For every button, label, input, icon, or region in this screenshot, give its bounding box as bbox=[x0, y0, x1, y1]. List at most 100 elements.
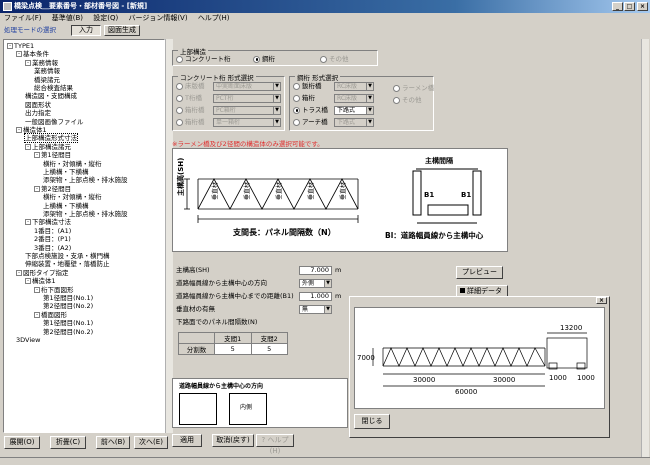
input-mode-button[interactable]: 入力 bbox=[71, 25, 101, 36]
tree-item[interactable]: - 図形タイプ指定 bbox=[16, 269, 69, 277]
radio-steel-form[interactable]: アーチ橋 bbox=[293, 118, 328, 127]
tree-item[interactable]: 添架物・上部点検・排水施設 bbox=[43, 176, 128, 184]
radio-steel-other[interactable]: その他 bbox=[393, 96, 422, 105]
radio-steel-form[interactable]: 箱桁 bbox=[293, 94, 315, 103]
drawing-mode-button[interactable]: 図面生成 bbox=[104, 25, 140, 36]
tree-item[interactable]: 第1径間目(No.1) bbox=[43, 319, 93, 327]
menu-version[interactable]: バージョン情報(V) bbox=[124, 14, 191, 22]
tree-item[interactable]: - 下部構造寸法 bbox=[25, 218, 71, 226]
concrete-form-select[interactable]: PC箱桁 ▼ bbox=[213, 106, 281, 115]
menu-help[interactable]: ヘルプ(H) bbox=[194, 14, 234, 22]
radio-other[interactable]: その他 bbox=[320, 55, 349, 64]
tree-item[interactable]: - 構造体1 bbox=[16, 126, 47, 134]
steel-form-select[interactable]: 下路式 ▼ bbox=[334, 106, 374, 115]
maximize-button[interactable]: □ bbox=[624, 2, 635, 11]
steel-form-select[interactable]: RC床版 ▼ bbox=[334, 82, 374, 91]
tree-item[interactable]: - 基本条件 bbox=[16, 50, 49, 58]
preview-button[interactable]: プレビュー bbox=[456, 266, 503, 279]
chevron-down-icon: ▼ bbox=[366, 119, 373, 126]
tree-expand-toggle[interactable]: - bbox=[25, 219, 31, 226]
prev-button[interactable]: 前へ(B) bbox=[96, 436, 130, 449]
tree-expand-toggle[interactable]: - bbox=[34, 152, 40, 159]
radio-steel-girder[interactable]: 鋼桁 bbox=[253, 55, 275, 64]
tree-item-label: 下部点検施設・支承・横門構 bbox=[25, 252, 110, 260]
tree-item[interactable]: 第2径間目(No.2) bbox=[43, 328, 93, 336]
tree-item[interactable]: 下部点検施設・支承・横門構 bbox=[25, 252, 110, 260]
tree-item[interactable]: - 桁下面図形 bbox=[34, 286, 74, 294]
tree-expand-toggle[interactable]: - bbox=[25, 143, 31, 150]
tree-expand-toggle[interactable]: - bbox=[34, 311, 40, 318]
tree-item[interactable]: 2番目：(P1) bbox=[34, 235, 71, 243]
tree-item[interactable]: 第1径間目(No.1) bbox=[43, 294, 93, 302]
tree-item[interactable]: 一般図画像ファイル bbox=[25, 118, 84, 126]
tree-item[interactable]: 橋梁諸元 bbox=[34, 76, 60, 84]
tree-view[interactable]: - TYPE1- 基本条件 - 業務情報 業務情報 橋梁諸元 総合検査結果 構造図・支間構成 図面… bbox=[3, 39, 165, 433]
tree-item[interactable]: 総合検査結果 bbox=[34, 84, 73, 92]
tree-item[interactable]: 横桁・対傾構・縦桁 bbox=[43, 160, 102, 168]
radio-concrete-form[interactable]: 床版橋 bbox=[176, 82, 205, 91]
main-scrollbar[interactable] bbox=[641, 39, 649, 457]
steel-form-select[interactable]: 下路式 ▼ bbox=[334, 118, 374, 127]
table-cell-span1[interactable]: 5 bbox=[214, 343, 252, 355]
tree-expand-toggle[interactable]: - bbox=[16, 269, 22, 276]
menu-file[interactable]: ファイル(F) bbox=[0, 14, 46, 22]
radio-concrete-form[interactable]: T桁橋 bbox=[176, 94, 202, 103]
tree-expand-toggle[interactable]: - bbox=[34, 286, 40, 293]
tree-item[interactable]: 第2径間目(No.2) bbox=[43, 302, 93, 310]
title-bar: 橋梁点検＿要素番号・部材番号図 - [新規] _ □ × bbox=[0, 0, 650, 13]
radio-steel-form[interactable]: 鈑桁橋 bbox=[293, 82, 322, 91]
vertical-member-select[interactable]: 無 ▼ bbox=[299, 305, 332, 314]
steel-form-select[interactable]: RC床版 ▼ bbox=[334, 94, 374, 103]
tree-expand-toggle[interactable]: - bbox=[16, 51, 22, 58]
tree-item[interactable]: 図面形状 bbox=[25, 101, 51, 109]
tree-item[interactable]: 3DView bbox=[16, 336, 40, 344]
tree-item[interactable]: - 上部構造諸元 bbox=[25, 143, 71, 151]
tree-item[interactable]: 添架物・上部点検・排水施設 bbox=[43, 210, 128, 218]
minimize-button[interactable]: _ bbox=[612, 2, 623, 11]
direction-select[interactable]: 外側 ▼ bbox=[299, 279, 332, 288]
tree-item[interactable]: 伸縮装置・地覆壁・落橋防止 bbox=[25, 260, 110, 268]
distance-input[interactable]: 1.000 bbox=[299, 292, 332, 301]
tree-expand-toggle[interactable]: - bbox=[34, 185, 40, 192]
dialog-close-icon[interactable]: × bbox=[596, 297, 607, 304]
concrete-form-select[interactable]: PCT桁 ▼ bbox=[213, 94, 281, 103]
tree-expand-toggle[interactable]: - bbox=[16, 127, 22, 133]
collapse-button[interactable]: 折畳(C) bbox=[50, 436, 86, 449]
tree-item[interactable]: - 第2径間目 bbox=[34, 185, 71, 193]
concrete-form-select[interactable]: 中実断面床版 ▼ bbox=[213, 82, 281, 91]
tree-item[interactable]: 上横構・下横構 bbox=[43, 168, 89, 176]
expand-button[interactable]: 展開(O) bbox=[4, 436, 40, 449]
radio-steel-form[interactable]: トラス橋 bbox=[293, 106, 328, 115]
tree-item[interactable]: 上横構・下横構 bbox=[43, 202, 89, 210]
tree-item[interactable]: - 業務情報 bbox=[25, 59, 58, 67]
tree-item[interactable]: 横桁・対傾構・縦桁 bbox=[43, 193, 102, 201]
dialog-close-button[interactable]: 閉じる bbox=[354, 414, 390, 429]
tree-item[interactable]: - 構造体1 bbox=[25, 277, 56, 285]
tree-item[interactable]: 上部構造形式寸法 bbox=[24, 133, 78, 144]
tree-item[interactable]: 出力指定 bbox=[25, 109, 51, 117]
tree-item[interactable]: - TYPE1 bbox=[7, 42, 34, 50]
tree-item[interactable]: 3番目：(A2) bbox=[34, 244, 71, 252]
radio-rahmen[interactable]: ラーメン橋 bbox=[393, 84, 434, 93]
tree-expand-toggle[interactable]: - bbox=[25, 278, 31, 285]
tree-item[interactable]: 1番目：(A1) bbox=[34, 227, 71, 235]
tree-item[interactable]: - 第1径間目 bbox=[34, 151, 71, 159]
tree-item[interactable]: - 橋面図形 bbox=[34, 311, 67, 319]
radio-concrete-form[interactable]: 箱桁橋 bbox=[176, 106, 205, 115]
sh-input[interactable]: 7.000 bbox=[299, 266, 332, 275]
menu-settings[interactable]: 設定(Q) bbox=[89, 14, 122, 22]
tree-item[interactable]: 構造図・支間構成 bbox=[25, 92, 77, 100]
menu-base[interactable]: 基準値(B) bbox=[48, 14, 87, 22]
table-cell-span2[interactable]: 5 bbox=[250, 343, 288, 355]
radio-concrete-form[interactable]: 箱桁橋 bbox=[176, 118, 205, 127]
apply-button[interactable]: 適用 bbox=[172, 434, 202, 447]
help-button[interactable]: ? ヘルプ(H) bbox=[256, 434, 294, 455]
concrete-form-select[interactable]: 単一箱桁 ▼ bbox=[213, 118, 281, 127]
cancel-button[interactable]: 取消(戻す) bbox=[212, 434, 254, 447]
radio-concrete-girder[interactable]: コンクリート桁 bbox=[176, 55, 231, 64]
tree-expand-toggle[interactable]: - bbox=[25, 59, 31, 66]
close-button[interactable]: × bbox=[637, 2, 648, 11]
tree-expand-toggle[interactable]: - bbox=[7, 43, 13, 49]
next-button[interactable]: 次へ(E) bbox=[134, 436, 168, 449]
tree-item[interactable]: 業務情報 bbox=[34, 67, 60, 75]
